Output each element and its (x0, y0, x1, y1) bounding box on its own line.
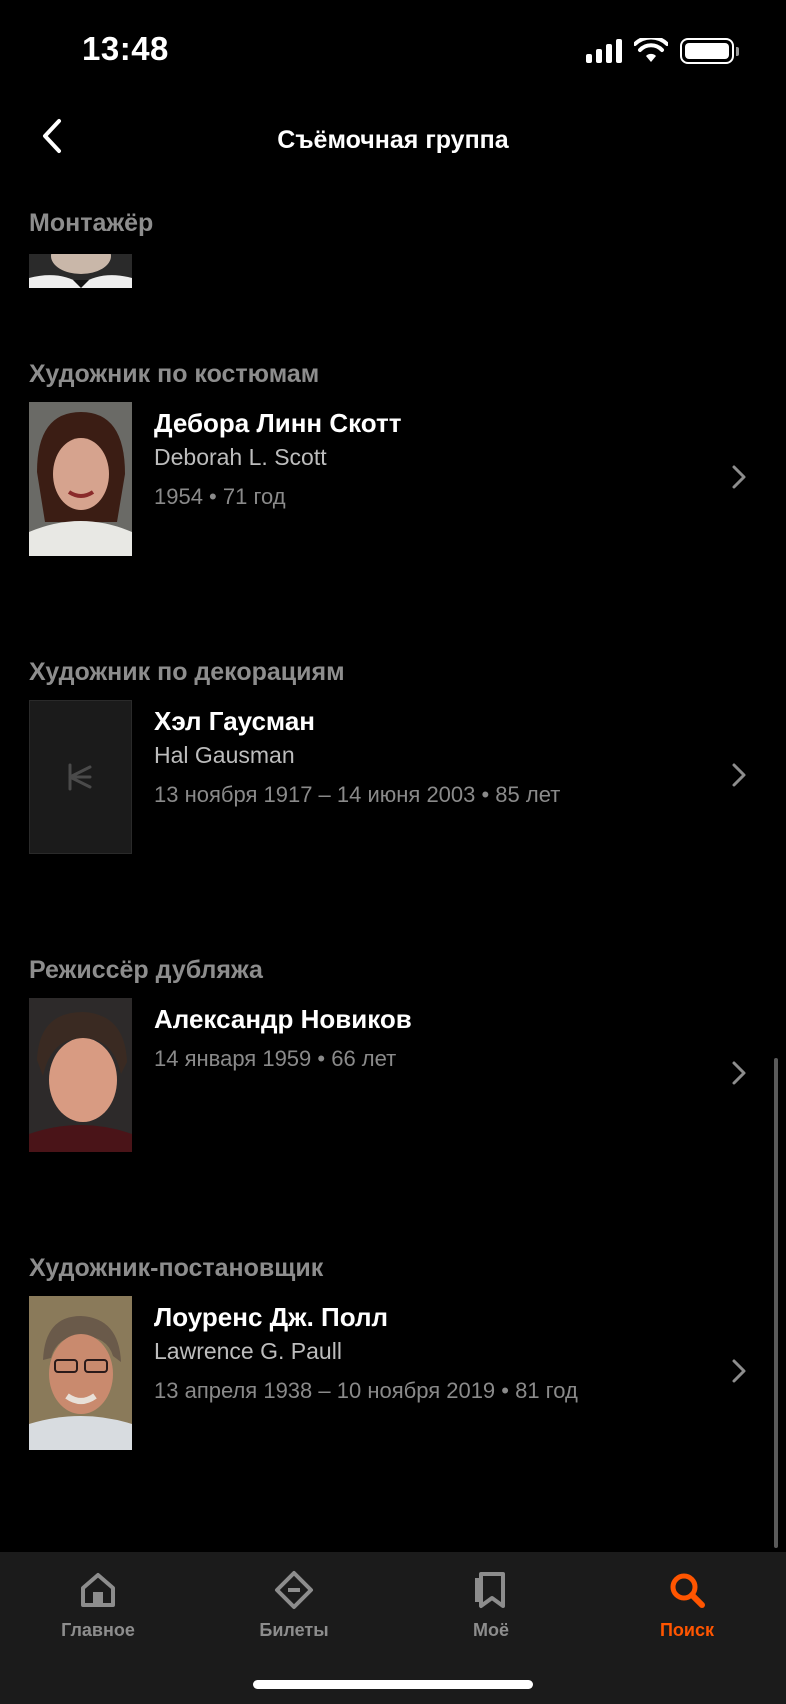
person-photo (29, 402, 132, 556)
person-photo[interactable] (29, 254, 132, 288)
chevron-right-icon (732, 465, 746, 489)
section-title: Художник-постановщик (29, 1254, 324, 1282)
person-dates: 13 ноября 1917 – 14 июня 2003 • 85 лет (154, 782, 561, 807)
wifi-icon (634, 38, 668, 62)
ticket-icon (275, 1571, 313, 1609)
person-name: Александр Новиков (154, 1004, 412, 1034)
tab-search[interactable]: Поиск (612, 1570, 762, 1654)
tab-label: Моё (473, 1620, 509, 1640)
section-title: Художник по декорациям (29, 658, 345, 686)
person-row[interactable]: Лоуренс Дж. Полл Lawrence G. Paull 13 ап… (0, 1296, 786, 1452)
battery-icon (680, 38, 739, 64)
tab-label: Поиск (659, 1620, 715, 1640)
tab-tickets[interactable]: Билеты (219, 1570, 369, 1654)
scrollbar[interactable] (774, 1058, 778, 1548)
person-dates: 13 апреля 1938 – 10 ноября 2019 • 81 год (154, 1378, 578, 1403)
crew-list[interactable]: Монтажёр Художник по костюмам Дебора Лин… (0, 190, 786, 1552)
person-name: Лоуренс Дж. Полл (154, 1302, 388, 1332)
person-original-name: Hal Gausman (154, 742, 295, 768)
chevron-right-icon (732, 1359, 746, 1383)
bookmark-icon (475, 1572, 505, 1608)
page-title: Съёмочная группа (277, 126, 509, 154)
section-title: Режиссёр дубляжа (29, 956, 263, 984)
person-row[interactable]: Александр Новиков 14 января 1959 • 66 ле… (0, 998, 786, 1154)
navigation-bar: Съёмочная группа (0, 100, 786, 180)
home-indicator[interactable] (253, 1680, 533, 1689)
status-bar: 13:48 (0, 0, 786, 100)
person-original-name: Deborah L. Scott (154, 444, 327, 470)
tab-label: Билеты (259, 1620, 329, 1640)
tab-my[interactable]: Моё (416, 1570, 566, 1654)
tab-home[interactable]: Главное (23, 1570, 173, 1654)
status-icons (586, 38, 739, 64)
person-dates: 1954 • 71 год (154, 484, 286, 509)
person-photo-placeholder (29, 700, 132, 854)
cellular-signal-icon (586, 39, 622, 63)
person-original-name: Lawrence G. Paull (154, 1338, 342, 1364)
section-title: Художник по костюмам (29, 360, 320, 388)
home-icon (81, 1573, 115, 1607)
person-row[interactable]: Хэл Гаусман Hal Gausman 13 ноября 1917 –… (0, 700, 786, 856)
person-row[interactable]: Дебора Линн Скотт Deborah L. Scott 1954 … (0, 402, 786, 558)
person-photo (29, 998, 132, 1152)
person-photo (29, 1296, 132, 1450)
section-title: Монтажёр (29, 209, 154, 237)
person-name: Хэл Гаусман (154, 706, 315, 736)
kinopoisk-logo-icon (30, 701, 131, 853)
person-name: Дебора Линн Скотт (154, 408, 402, 438)
status-time: 13:48 (82, 30, 169, 67)
person-dates: 14 января 1959 • 66 лет (154, 1046, 397, 1071)
chevron-right-icon (732, 763, 746, 787)
tab-bar: Главное Билеты Моё Поиск (0, 1552, 786, 1704)
chevron-right-icon (732, 1061, 746, 1085)
search-icon (670, 1573, 705, 1608)
tab-label: Главное (61, 1620, 135, 1640)
